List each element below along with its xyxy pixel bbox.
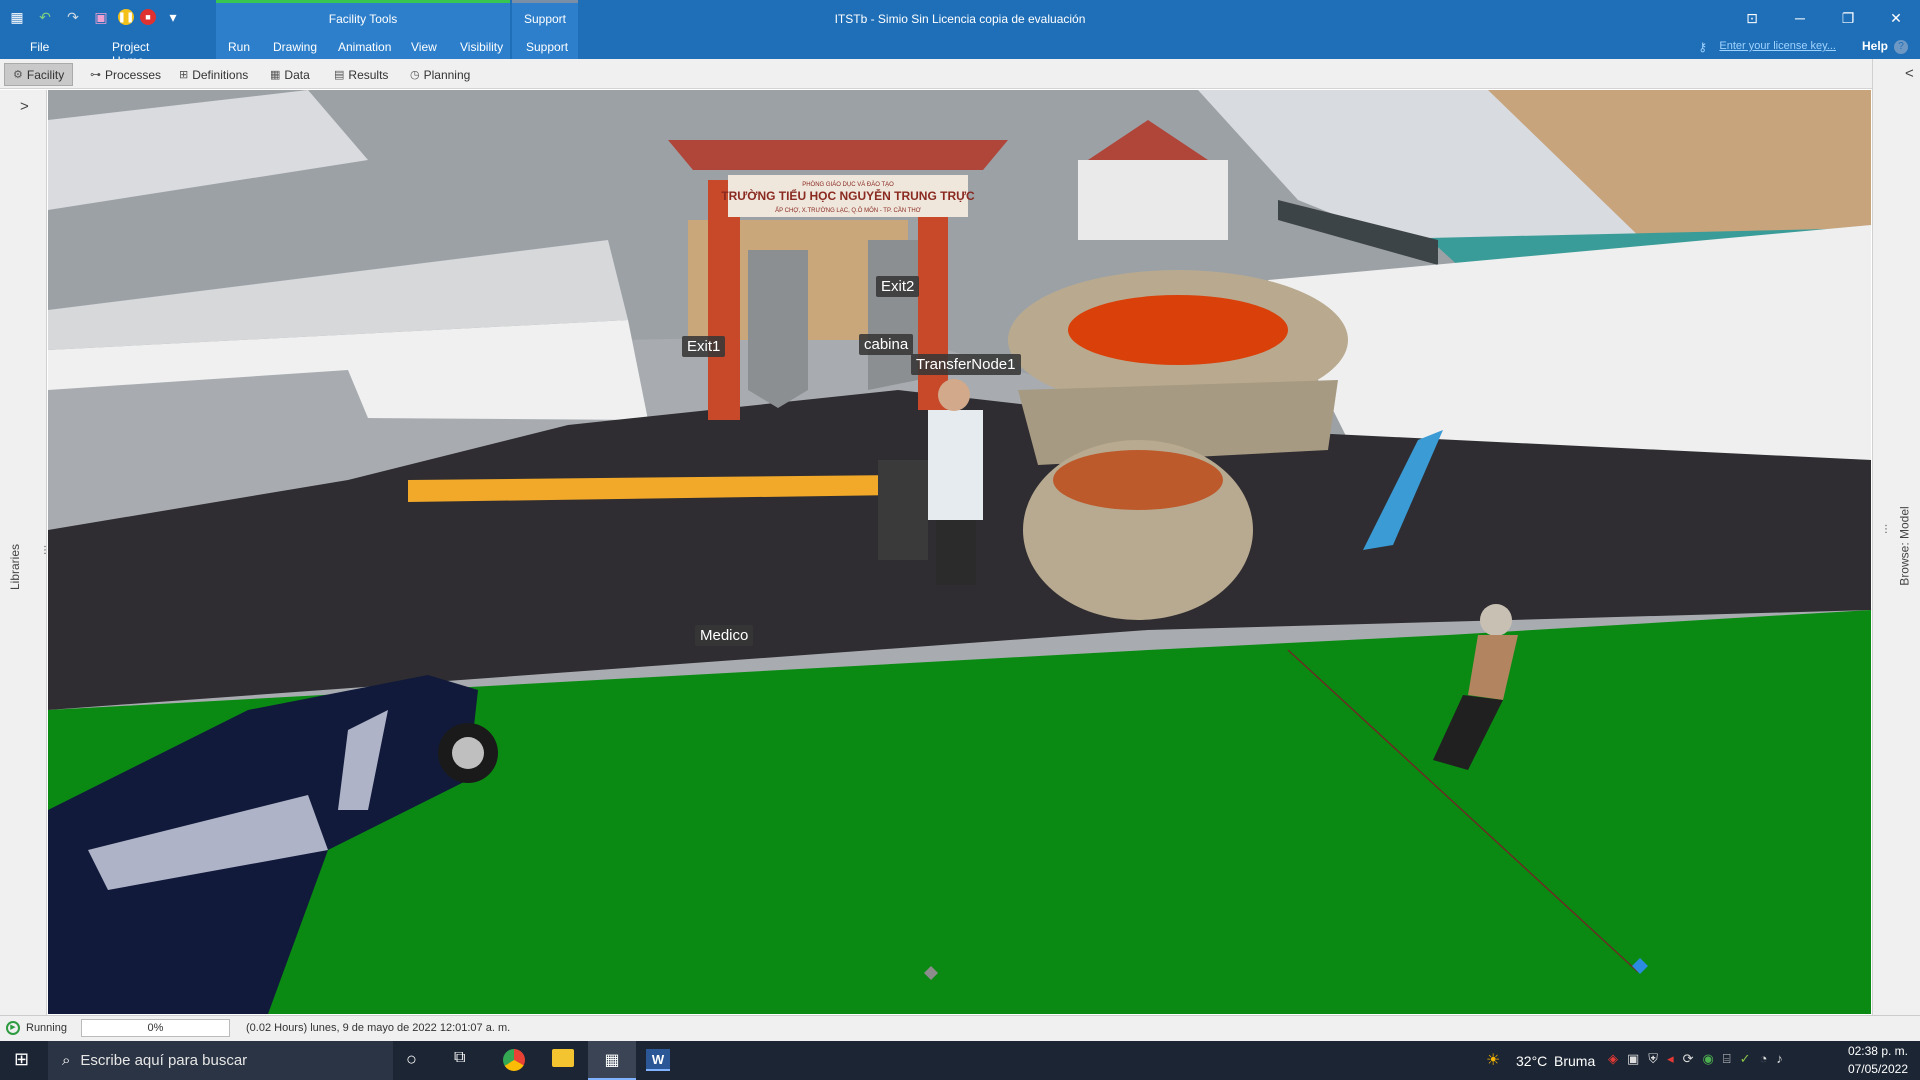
tab-facility[interactable]: ⚙ Facility	[4, 63, 74, 86]
browse-model-label[interactable]: Browse: Model	[1898, 506, 1912, 585]
cortana-icon[interactable]: ○	[406, 1049, 417, 1070]
barrier-post	[878, 460, 928, 560]
booth-opening	[1053, 450, 1223, 510]
tab-processes-label: Processes	[105, 67, 162, 82]
security-icon[interactable]: ✓	[1740, 1051, 1751, 1067]
tab-data[interactable]: ▦ Data	[262, 63, 318, 86]
simio-taskbar-icon[interactable]: ▦	[588, 1041, 636, 1080]
tab-planning[interactable]: ◷ Planning	[402, 63, 478, 86]
results-icon: ▤	[334, 69, 345, 81]
libraries-panel[interactable]: > Libraries ⋮	[0, 90, 50, 1015]
sync-icon[interactable]: ⟳	[1683, 1051, 1694, 1067]
wifi-icon[interactable]: ◔	[1760, 1051, 1768, 1067]
doctor-head	[938, 379, 970, 411]
guard-house	[1078, 160, 1228, 240]
status-bar: ▶ Running 0% (0.02 Hours) lunes, 9 de ma…	[0, 1015, 1920, 1041]
word-icon[interactable]: W	[646, 1049, 670, 1071]
processes-icon: ⊶	[90, 69, 101, 81]
doctor-body	[928, 410, 983, 520]
clock-date[interactable]: 07/05/2022	[1848, 1062, 1908, 1076]
weather-icon: ☀	[1486, 1052, 1501, 1069]
taskbar-search[interactable]: ⌕ Escribe aquí para buscar	[48, 1041, 393, 1080]
window-title: ITSTb - Simio Sin Licencia copia de eval…	[834, 12, 1086, 26]
help-question-icon[interactable]: ?	[1894, 40, 1908, 54]
task-view-icon[interactable]: ⧉	[454, 1049, 465, 1067]
tab-data-label: Data	[284, 67, 310, 82]
tab-results-label: Results	[348, 67, 389, 82]
gate-sign-main: TRƯỜNG TIỂU HỌC NGUYỄN TRUNG TRỰC	[721, 188, 975, 203]
view-tab-bar: ⚙ Facility ⊶ Processes ⊞ Definitions ▦ D…	[0, 59, 1920, 89]
tab-run[interactable]: Run	[228, 40, 250, 54]
splitter-grip-icon[interactable]: ⋮	[1881, 524, 1891, 535]
antivirus-icon[interactable]: ◈	[1608, 1051, 1618, 1067]
title-bar: ▦ ↶ ↷ ▣ ❚❚ ■ ▾ Facility Tools Support IT…	[0, 0, 1920, 68]
gate-door-left	[748, 250, 808, 408]
facility-3d-view[interactable]: PHÒNG GIÁO DỤC VÀ ĐÀO TẠO TRƯỜNG TIỂU HỌ…	[48, 90, 1871, 1014]
booth-orange-top	[1068, 295, 1288, 365]
file-explorer-icon[interactable]	[552, 1049, 574, 1067]
tab-planning-label: Planning	[423, 67, 471, 82]
definitions-icon: ⊞	[179, 69, 189, 81]
network-app-icon[interactable]: ◉	[1703, 1051, 1714, 1067]
tab-facility-label: Facility	[26, 67, 65, 82]
close-icon[interactable]: ✕	[1872, 0, 1920, 36]
data-icon: ▦	[270, 69, 281, 81]
tab-file[interactable]: File	[30, 40, 49, 54]
simulation-time: (0.02 Hours) lunes, 9 de mayo de 2022 12…	[246, 1022, 511, 1034]
label-exit2[interactable]: Exit2	[876, 276, 920, 297]
window-controls: ⊡ ─ ❐ ✕	[1728, 0, 1920, 36]
progress-bar: 0%	[81, 1019, 230, 1037]
tab-view[interactable]: View	[411, 40, 437, 54]
tab-definitions-label: Definitions	[192, 67, 249, 82]
expand-libraries-icon[interactable]: >	[20, 98, 29, 115]
running-icon: ▶	[6, 1021, 20, 1035]
search-icon: ⌕	[62, 1052, 71, 1069]
scene-render: PHÒNG GIÁO DỤC VÀ ĐÀO TẠO TRƯỜNG TIỂU HỌ…	[48, 90, 1871, 1014]
system-tray: ◈ ▣ ⛨ ◂ ⟳ ◉ ⌸ ✓ ◔ ♪	[1608, 1051, 1783, 1067]
clock-time[interactable]: 02:38 p. m.	[1848, 1044, 1908, 1058]
weather-text: Bruma	[1554, 1053, 1596, 1069]
tab-visibility[interactable]: Visibility	[460, 40, 503, 54]
facility-icon: ⚙	[13, 69, 23, 81]
chrome-icon[interactable]	[503, 1049, 525, 1071]
car-hub	[452, 737, 484, 769]
person-head	[1480, 604, 1512, 636]
arrow-tray-icon[interactable]: ◂	[1667, 1051, 1674, 1067]
label-exit1[interactable]: Exit1	[682, 336, 726, 357]
tab-results[interactable]: ▤ Results	[326, 63, 396, 86]
ribbon-display-icon[interactable]: ⊡	[1728, 0, 1776, 36]
license-key-icon: ⚷	[1698, 40, 1707, 54]
restore-icon[interactable]: ❐	[1824, 0, 1872, 36]
volume-icon[interactable]: ♪	[1776, 1051, 1783, 1067]
weather-temp: 32°C	[1516, 1053, 1548, 1069]
libraries-label[interactable]: Libraries	[8, 544, 22, 590]
label-transfer-node[interactable]: TransferNode1	[911, 354, 1021, 375]
run-state: Running	[26, 1022, 67, 1034]
doctor-legs	[936, 520, 976, 585]
tab-definitions[interactable]: ⊞ Definitions	[171, 63, 256, 86]
windows-taskbar: ⊞ ⌕ Escribe aquí para buscar ○ ⧉ ▦ W ☀ 3…	[0, 1041, 1920, 1080]
search-placeholder: Escribe aquí para buscar	[80, 1052, 248, 1069]
tab-processes[interactable]: ⊶ Processes	[82, 63, 169, 86]
browse-panel[interactable]: < Browse: Model ⋮	[1872, 59, 1920, 1015]
windows-start-icon[interactable]: ⊞	[14, 1049, 29, 1070]
tab-support[interactable]: Support	[526, 40, 568, 54]
label-medico[interactable]: Medico	[695, 625, 754, 646]
shield-icon[interactable]: ⛨	[1648, 1051, 1658, 1067]
planning-icon: ◷	[410, 69, 420, 81]
tab-drawing[interactable]: Drawing	[273, 40, 317, 54]
help-button[interactable]: Help	[1862, 39, 1888, 53]
label-cabina[interactable]: cabina	[859, 334, 914, 355]
gate-sign-top: PHÒNG GIÁO DỤC VÀ ĐÀO TẠO	[802, 181, 894, 188]
progress-text: 0%	[147, 1022, 164, 1034]
gate-roof	[668, 140, 1008, 170]
app-tray-icon[interactable]: ▣	[1627, 1051, 1639, 1067]
gate-sign-sub: ẤP CHỢ, X.TRƯỜNG LẠC, Q.Ô MÔN - TP. CẦN …	[775, 207, 921, 214]
collapse-browse-icon[interactable]: <	[1905, 65, 1914, 82]
license-key-link[interactable]: Enter your license key...	[1719, 40, 1836, 52]
minimize-icon[interactable]: ─	[1776, 0, 1824, 36]
tab-animation[interactable]: Animation	[338, 40, 391, 54]
usb-icon[interactable]: ⌸	[1723, 1051, 1731, 1067]
